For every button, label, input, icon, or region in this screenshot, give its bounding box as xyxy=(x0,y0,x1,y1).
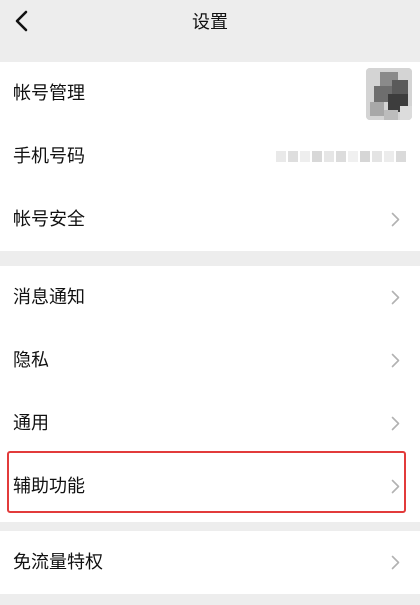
settings-item-label: 辅助功能 xyxy=(13,476,85,497)
chevron-right-icon xyxy=(391,353,400,368)
settings-item-general[interactable]: 通用 xyxy=(0,392,420,455)
settings-group-extras: 免流量特权 xyxy=(0,531,420,594)
chevron-right-icon xyxy=(391,212,400,227)
settings-item-label: 帐号安全 xyxy=(13,209,85,230)
settings-item-label: 通用 xyxy=(13,413,49,434)
chevron-right-icon xyxy=(391,555,400,570)
chevron-right-icon xyxy=(391,290,400,305)
settings-group-account: 帐号管理 手机号码 帐号安全 xyxy=(0,62,420,251)
page-title: 设置 xyxy=(192,12,228,33)
settings-item-account-security[interactable]: 帐号安全 xyxy=(0,188,420,251)
chevron-right-icon xyxy=(391,479,400,494)
navigation-bar: 设置 xyxy=(0,0,420,46)
settings-item-label: 帐号管理 xyxy=(13,83,85,104)
settings-item-label: 隐私 xyxy=(13,350,49,371)
settings-item-free-data[interactable]: 免流量特权 xyxy=(0,531,420,594)
settings-item-label: 消息通知 xyxy=(13,287,85,308)
settings-group-general: 消息通知 隐私 通用 辅助功能 xyxy=(0,266,420,522)
avatar xyxy=(366,68,412,120)
settings-item-account-management[interactable]: 帐号管理 xyxy=(0,62,420,125)
settings-item-privacy[interactable]: 隐私 xyxy=(0,329,420,392)
settings-item-label: 免流量特权 xyxy=(13,552,103,573)
settings-item-label: 手机号码 xyxy=(13,146,85,167)
settings-item-phone-number[interactable]: 手机号码 xyxy=(0,125,420,188)
chevron-right-icon xyxy=(391,416,400,431)
phone-number-value xyxy=(276,150,406,163)
settings-item-accessibility[interactable]: 辅助功能 xyxy=(0,455,420,518)
settings-item-notifications[interactable]: 消息通知 xyxy=(0,266,420,329)
